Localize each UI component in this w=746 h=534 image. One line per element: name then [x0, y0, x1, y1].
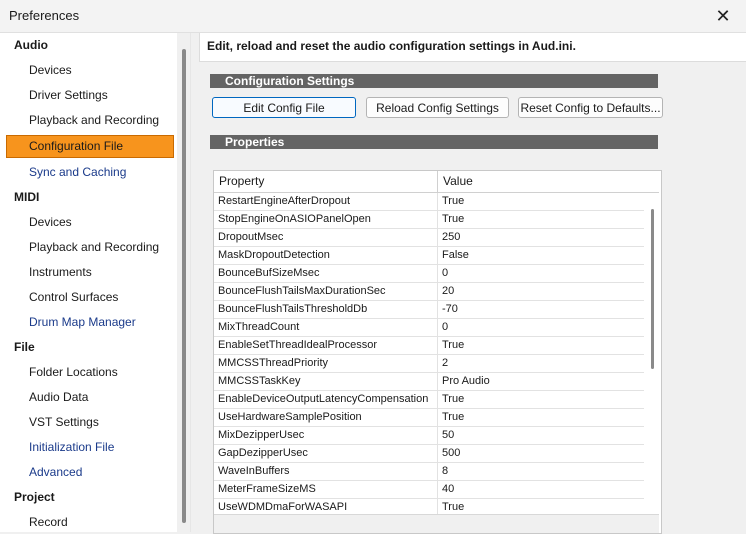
property-name-cell: MaskDropoutDetection: [214, 247, 438, 264]
property-name-cell: WaveInBuffers: [214, 463, 438, 480]
sidebar-nav: Audio Devices Driver Settings Playback and …: [0, 33, 177, 532]
property-value-cell[interactable]: 0: [438, 265, 644, 282]
sidebar-item[interactable]: Instruments: [0, 260, 177, 285]
sidebar-item[interactable]: Playback and Recording: [0, 235, 177, 260]
sidebar-scroll-thumb[interactable]: [182, 49, 186, 523]
sidebar-item[interactable]: Control Surfaces: [0, 285, 177, 310]
property-value-cell[interactable]: True: [438, 193, 644, 210]
property-value-cell[interactable]: False: [438, 247, 644, 264]
property-value-cell[interactable]: 2: [438, 355, 644, 372]
table-row[interactable]: MixThreadCount 0: [214, 319, 644, 337]
property-name-cell: UseHardwareSamplePosition: [214, 409, 438, 426]
table-row[interactable]: StopEngineOnASIOPanelOpen True: [214, 211, 644, 229]
property-name-cell: EnableDeviceOutputLatencyCompensation: [214, 391, 438, 408]
sidebar-item[interactable]: Devices: [0, 210, 177, 235]
sidebar: Audio Devices Driver Settings Playback and …: [0, 33, 191, 532]
property-name-cell: MixDezipperUsec: [214, 427, 438, 444]
property-value-cell[interactable]: True: [438, 337, 644, 354]
sidebar-item[interactable]: Audio Data: [0, 385, 177, 410]
column-header-value[interactable]: Value: [438, 171, 659, 192]
reload-config-button[interactable]: Reload Config Settings: [366, 97, 509, 118]
close-icon[interactable]: ✕: [700, 0, 746, 32]
column-header-property[interactable]: Property: [214, 171, 438, 192]
property-name-cell: EnableSetThreadIdealProcessor: [214, 337, 438, 354]
sidebar-scrollbar[interactable]: [177, 33, 190, 532]
table-row[interactable]: EnableSetThreadIdealProcessor True: [214, 337, 644, 355]
table-row[interactable]: MixDezipperUsec 50: [214, 427, 644, 445]
properties-section-header: Properties: [210, 135, 658, 149]
table-row[interactable]: UseHardwareSamplePosition True: [214, 409, 644, 427]
sidebar-item[interactable]: VST Settings: [0, 410, 177, 435]
table-row[interactable]: BounceFlushTailsMaxDurationSec 20: [214, 283, 644, 301]
property-value-cell[interactable]: True: [438, 409, 644, 426]
table-row[interactable]: MMCSSTaskKey Pro Audio: [214, 373, 644, 391]
table-row[interactable]: BounceBufSizeMsec 0: [214, 265, 644, 283]
table-row[interactable]: RestartEngineAfterDropout True: [214, 193, 644, 211]
table-row[interactable]: EnableDeviceOutputLatencyCompensation Tru…: [214, 391, 644, 409]
table-body: RestartEngineAfterDropout True StopEngineO…: [214, 193, 644, 533]
sidebar-group-header: Project: [14, 490, 55, 504]
sidebar-item[interactable]: Sync and Caching: [0, 160, 177, 185]
property-value-cell[interactable]: -70: [438, 301, 644, 318]
property-value-cell[interactable]: 8: [438, 463, 644, 480]
property-name-cell: StopEngineOnASIOPanelOpen: [214, 211, 438, 228]
property-name-cell: BounceFlushTailsThresholdDb: [214, 301, 438, 318]
property-name-cell: MMCSSTaskKey: [214, 373, 438, 390]
table-vertical-scrollbar[interactable]: [645, 193, 659, 513]
property-value-cell[interactable]: Pro Audio: [438, 373, 644, 390]
table-row[interactable]: MeterFrameSizeMS 40: [214, 481, 644, 499]
sidebar-group-header: Audio: [14, 38, 48, 52]
table-row[interactable]: BounceFlushTailsThresholdDb -70: [214, 301, 644, 319]
sidebar-item[interactable]: Record: [0, 510, 177, 532]
property-name-cell: GapDezipperUsec: [214, 445, 438, 462]
table-row[interactable]: MMCSSThreadPriority 2: [214, 355, 644, 373]
property-value-cell[interactable]: 250: [438, 229, 644, 246]
sidebar-group-header: MIDI: [14, 190, 40, 204]
table-horizontal-scrollbar[interactable]: [214, 514, 659, 533]
sidebar-item[interactable]: Drum Map Manager: [0, 310, 177, 335]
sidebar-item[interactable]: Advanced: [0, 460, 177, 485]
property-value-cell[interactable]: 40: [438, 481, 644, 498]
property-name-cell: MeterFrameSizeMS: [214, 481, 438, 498]
edit-config-button[interactable]: Edit Config File: [212, 97, 356, 118]
properties-table: Property Value RestartEngineAfterDropout…: [213, 170, 662, 534]
table-row[interactable]: MaskDropoutDetection False: [214, 247, 644, 265]
property-value-cell[interactable]: True: [438, 391, 644, 408]
property-value-cell[interactable]: True: [438, 211, 644, 228]
table-row[interactable]: DropoutMsec 250: [214, 229, 644, 247]
property-name-cell: BounceBufSizeMsec: [214, 265, 438, 282]
reset-config-button[interactable]: Reset Config to Defaults...: [518, 97, 663, 118]
property-value-cell[interactable]: 500: [438, 445, 644, 462]
property-name-cell: BounceFlushTailsMaxDurationSec: [214, 283, 438, 300]
title-bar: Preferences ✕: [0, 0, 746, 33]
sidebar-group-header: File: [14, 340, 35, 354]
sidebar-item[interactable]: Driver Settings: [0, 83, 177, 108]
property-name-cell: MixThreadCount: [214, 319, 438, 336]
sidebar-item[interactable]: Configuration File: [6, 135, 174, 158]
sidebar-item[interactable]: Folder Locations: [0, 360, 177, 385]
page-description: Edit, reload and reset the audio configu…: [207, 39, 576, 53]
property-name-cell: DropoutMsec: [214, 229, 438, 246]
table-scroll-thumb[interactable]: [651, 209, 654, 369]
property-value-cell[interactable]: 0: [438, 319, 644, 336]
table-header: Property Value: [214, 171, 659, 193]
window-title: Preferences: [9, 8, 80, 23]
property-value-cell[interactable]: 50: [438, 427, 644, 444]
description-bar: Edit, reload and reset the audio configu…: [199, 33, 746, 62]
property-value-cell[interactable]: 20: [438, 283, 644, 300]
main-panel: Edit, reload and reset the audio configu…: [199, 33, 746, 534]
config-section-header: Configuration Settings: [210, 74, 658, 88]
sidebar-item[interactable]: Devices: [0, 58, 177, 83]
table-row[interactable]: WaveInBuffers 8: [214, 463, 644, 481]
property-name-cell: RestartEngineAfterDropout: [214, 193, 438, 210]
table-row[interactable]: GapDezipperUsec 500: [214, 445, 644, 463]
property-name-cell: MMCSSThreadPriority: [214, 355, 438, 372]
sidebar-item[interactable]: Playback and Recording: [0, 108, 177, 133]
sidebar-item[interactable]: Initialization File: [0, 435, 177, 460]
